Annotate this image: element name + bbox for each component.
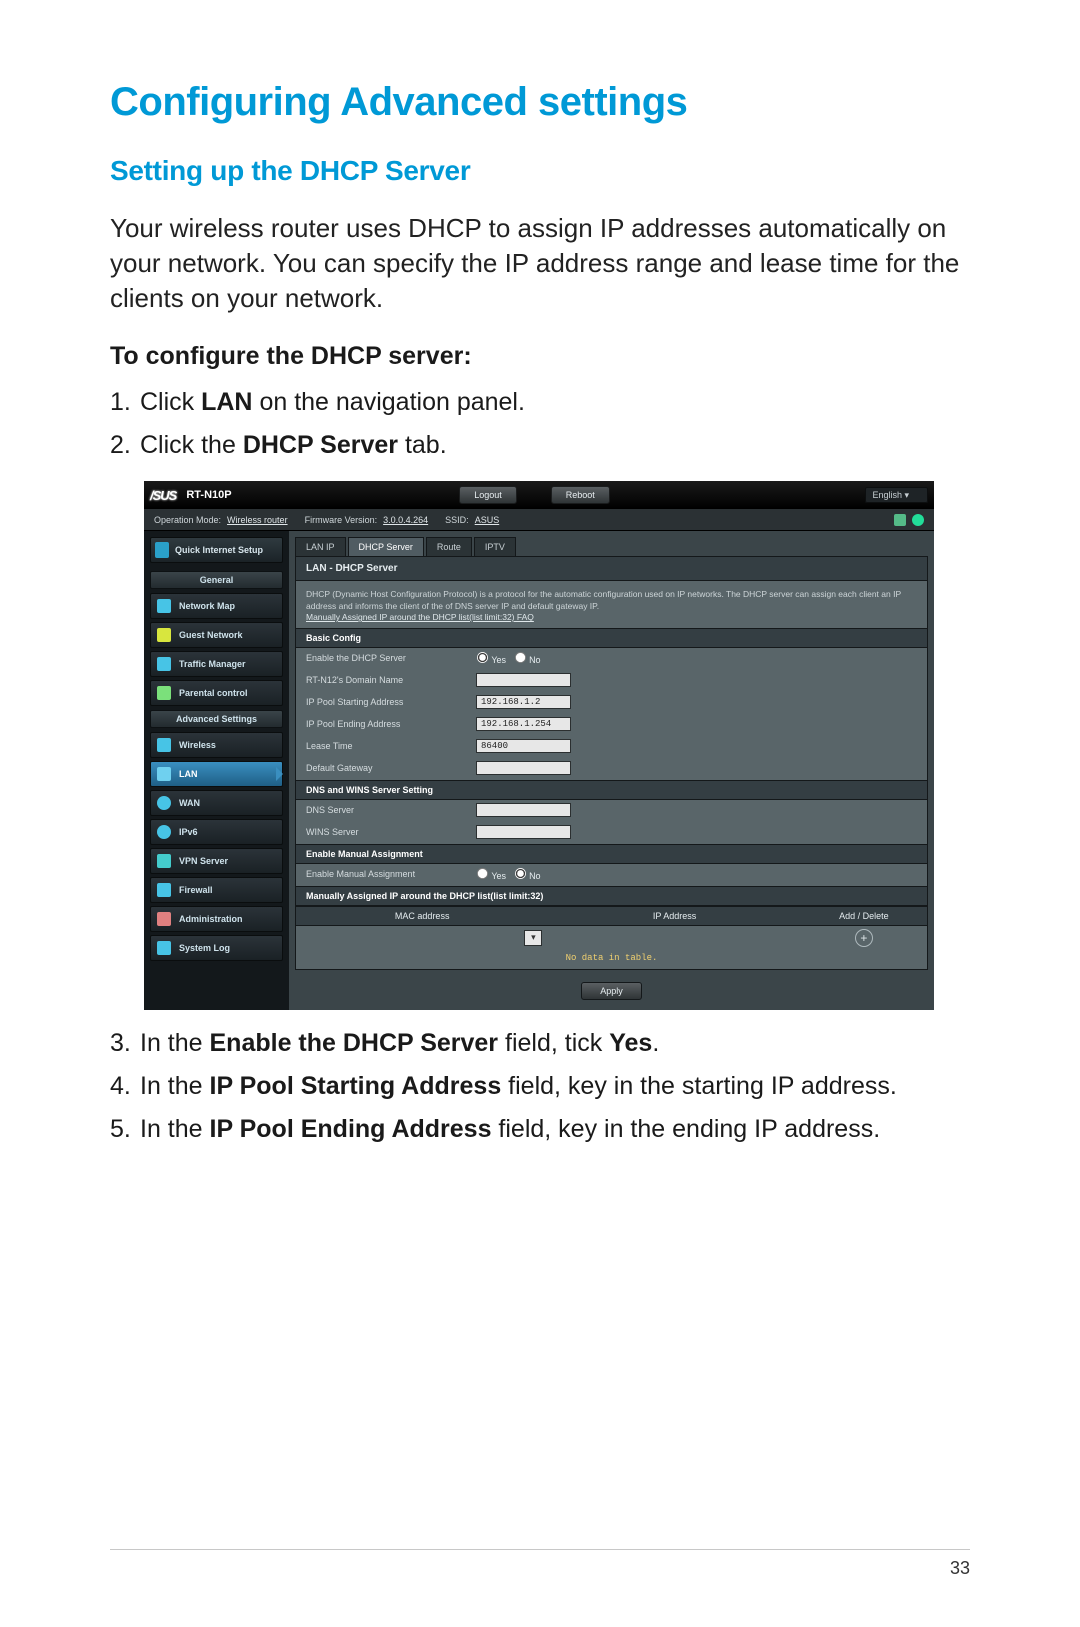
intro-paragraph: Your wireless router uses DHCP to assign… [110,211,970,316]
section-enable-manual: Enable Manual Assignment [296,844,927,864]
router-main-panel: LAN IP DHCP Server Route IPTV LAN - DHCP… [289,531,934,1009]
col-ip: IP Address [548,911,800,921]
wireless-icon [157,738,171,752]
router-subheader: Operation Mode: Wireless router Firmware… [144,509,934,531]
section-dns-wins: DNS and WINS Server Setting [296,780,927,800]
opmode-link[interactable]: Wireless router [227,515,288,525]
label-dns-server: DNS Server [306,805,476,815]
section-title: Setting up the DHCP Server [110,155,970,187]
section-basic-config: Basic Config [296,628,927,648]
sidebar-group-advanced: Advanced Settings [150,710,283,728]
page-footer: 33 [110,1549,970,1579]
sidebar-item-lan[interactable]: LAN [150,761,283,787]
enable-manual-no[interactable]: No [514,871,541,881]
dns-server-input[interactable] [476,803,571,817]
steps-heading: To configure the DHCP server: [110,342,970,371]
panel-title: LAN - DHCP Server [296,557,927,581]
step-2: 2.Click the DHCP Server tab. [110,428,970,463]
label-domain-name: RT-N12's Domain Name [306,675,476,685]
parental-status-icon[interactable] [894,514,906,526]
wrench-icon [155,542,169,558]
label-enable-dhcp: Enable the DHCP Server [306,653,476,663]
sidebar-item-guest-network[interactable]: Guest Network [150,622,283,648]
section-manual-list: Manually Assigned IP around the DHCP lis… [296,886,927,906]
ip-pool-start-input[interactable] [476,695,571,709]
router-model: RT-N10P [186,489,231,501]
lock-icon [157,686,171,700]
page-number: 33 [950,1558,970,1578]
tab-iptv[interactable]: IPTV [474,537,516,556]
sidebar-item-ipv6[interactable]: IPv6 [150,819,283,845]
page-title: Configuring Advanced settings [110,80,970,125]
tab-dhcp-server[interactable]: DHCP Server [348,537,424,556]
col-mac: MAC address [296,911,548,921]
sidebar-group-general: General [150,571,283,589]
enable-dhcp-yes[interactable]: Yes [476,655,506,665]
sidebar-item-wan[interactable]: WAN [150,790,283,816]
tab-route[interactable]: Route [426,537,472,556]
router-header: /SUS RT-N10P Logout Reboot English ▾ [144,481,934,509]
tab-lan-ip[interactable]: LAN IP [295,537,346,556]
no-data-label: No data in table. [296,950,927,969]
label-wins-server: WINS Server [306,827,476,837]
sidebar-item-firewall[interactable]: Firewall [150,877,283,903]
lan-icon [157,767,171,781]
col-add-delete: Add / Delete [801,911,927,921]
step-5: 5.In the IP Pool Ending Address field, k… [110,1112,970,1147]
label-ip-pool-start: IP Pool Starting Address [306,697,476,707]
manual-list-input-row: + [296,926,927,950]
step-3: 3.In the Enable the DHCP Server field, t… [110,1026,970,1061]
default-gateway-input[interactable] [476,761,571,775]
wifi-status-icon[interactable] [912,514,924,526]
logout-button[interactable]: Logout [459,486,517,504]
apply-button[interactable]: Apply [581,982,642,1000]
enable-manual-yes[interactable]: Yes [476,871,506,881]
shield-icon [157,883,171,897]
ssid-link[interactable]: ASUS [475,515,500,525]
wan-icon [157,796,171,810]
step-4: 4.In the IP Pool Starting Address field,… [110,1069,970,1104]
router-sidebar: Quick Internet Setup General Network Map… [144,531,289,1009]
asus-logo: /SUS [150,488,176,503]
label-default-gateway: Default Gateway [306,763,476,773]
log-icon [157,941,171,955]
steps-list-top: 1.Click LAN on the navigation panel. 2.C… [110,385,970,463]
ip-pool-end-input[interactable] [476,717,571,731]
sidebar-item-system-log[interactable]: System Log [150,935,283,961]
domain-name-input[interactable] [476,673,571,687]
network-map-icon [157,599,171,613]
mac-dropdown[interactable] [524,930,542,946]
sidebar-item-parental-control[interactable]: Parental control [150,680,283,706]
panel-description: DHCP (Dynamic Host Configuration Protoco… [296,581,927,627]
sidebar-item-network-map[interactable]: Network Map [150,593,283,619]
lan-tabs: LAN IP DHCP Server Route IPTV [289,531,934,556]
guest-icon [157,628,171,642]
language-selector[interactable]: English ▾ [865,490,928,501]
label-ip-pool-end: IP Pool Ending Address [306,719,476,729]
ipv6-icon [157,825,171,839]
firmware-link[interactable]: 3.0.0.4.264 [383,515,428,525]
router-screenshot: /SUS RT-N10P Logout Reboot English ▾ Ope… [144,481,934,1009]
label-enable-manual: Enable Manual Assignment [306,869,476,879]
admin-icon [157,912,171,926]
add-entry-button[interactable]: + [855,929,873,947]
label-lease-time: Lease Time [306,741,476,751]
sidebar-item-wireless[interactable]: Wireless [150,732,283,758]
sidebar-item-administration[interactable]: Administration [150,906,283,932]
manual-assign-faq-link[interactable]: Manually Assigned IP around the DHCP lis… [306,612,534,622]
steps-list-bottom: 3.In the Enable the DHCP Server field, t… [110,1026,970,1147]
lease-time-input[interactable] [476,739,571,753]
sidebar-item-vpn-server[interactable]: VPN Server [150,848,283,874]
vpn-icon [157,854,171,868]
step-1: 1.Click LAN on the navigation panel. [110,385,970,420]
sidebar-item-traffic-manager[interactable]: Traffic Manager [150,651,283,677]
traffic-icon [157,657,171,671]
quick-internet-setup[interactable]: Quick Internet Setup [150,537,283,563]
enable-dhcp-no[interactable]: No [514,655,541,665]
manual-list-header: MAC address IP Address Add / Delete [296,906,927,926]
wins-server-input[interactable] [476,825,571,839]
reboot-button[interactable]: Reboot [551,486,610,504]
